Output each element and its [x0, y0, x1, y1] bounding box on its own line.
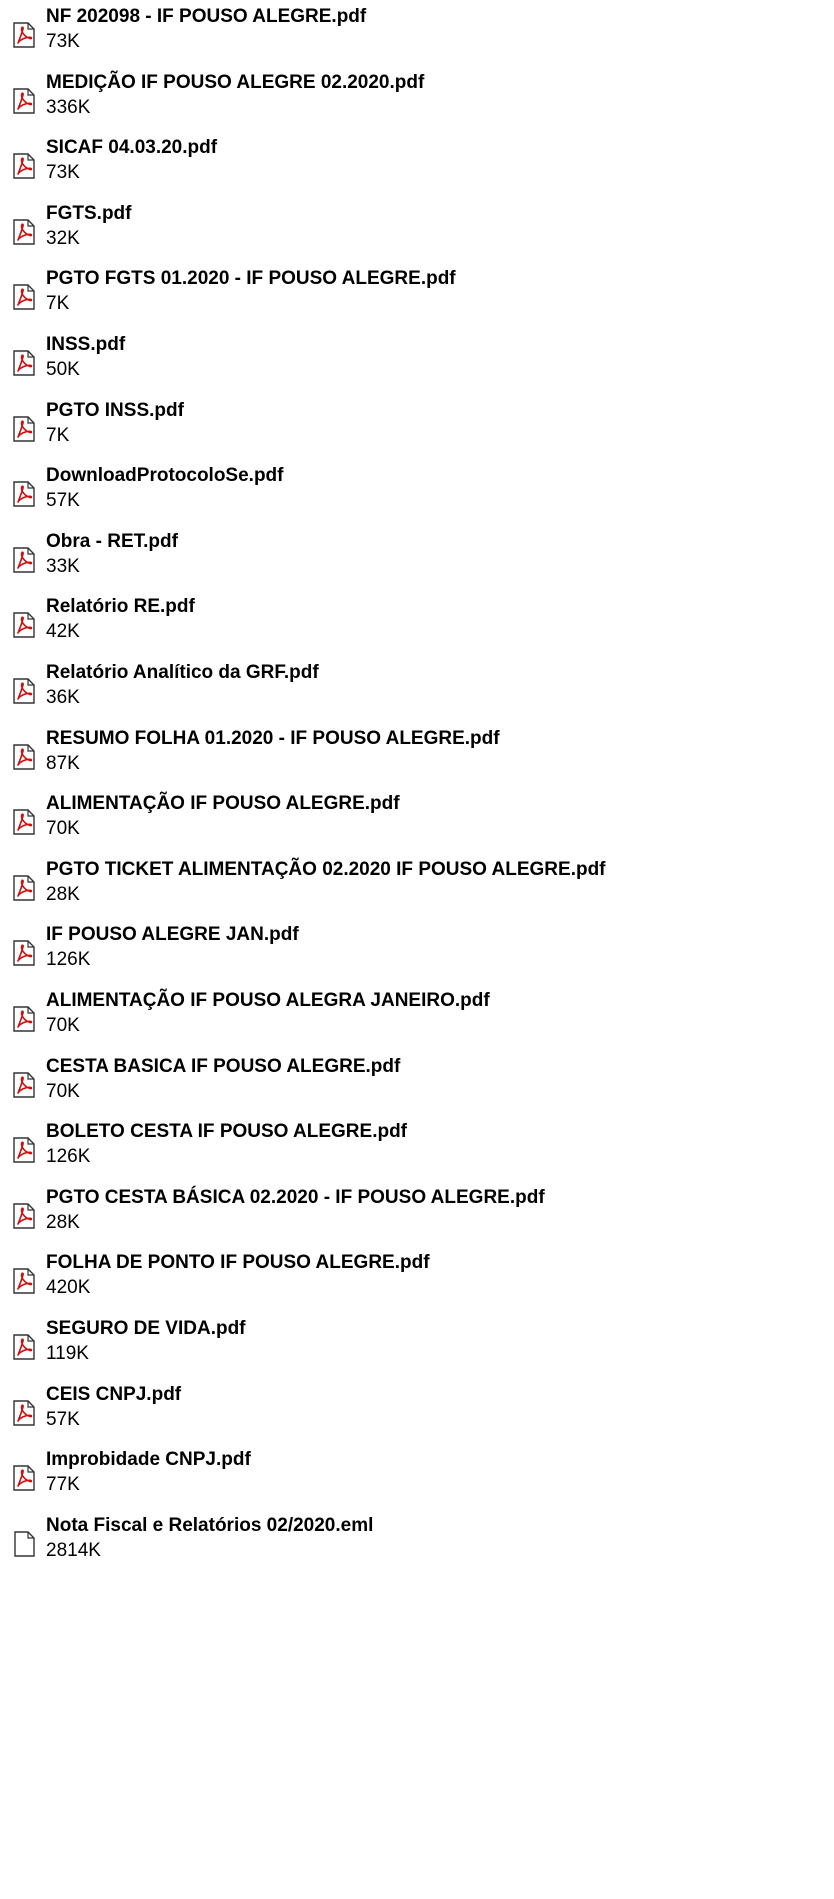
attachment-filename[interactable]: DownloadProtocoloSe.pdf	[46, 464, 284, 488]
attachment-filename[interactable]: PGTO INSS.pdf	[46, 399, 184, 423]
attachment-size: 119K	[46, 1343, 89, 1364]
attachment-size: 70K	[46, 818, 80, 839]
attachment-size: 87K	[46, 753, 80, 774]
pdf-icon[interactable]	[11, 546, 37, 574]
attachment-item[interactable]: SICAF 04.03.20.pdf 73K	[0, 133, 834, 195]
attachment-filename[interactable]: PGTO TICKET ALIMENTAÇÃO 02.2020 IF POUSO…	[46, 858, 606, 882]
pdf-icon[interactable]	[11, 415, 37, 443]
attachment-filename[interactable]: RESUMO FOLHA 01.2020 - IF POUSO ALEGRE.p…	[46, 727, 500, 751]
attachment-filename[interactable]: ALIMENTAÇÃO IF POUSO ALEGRA JANEIRO.pdf	[46, 989, 490, 1013]
attachment-size: 57K	[46, 1409, 80, 1430]
pdf-icon[interactable]	[11, 939, 37, 967]
attachment-size: 7K	[46, 425, 70, 446]
attachment-filename[interactable]: SEGURO DE VIDA.pdf	[46, 1317, 246, 1341]
attachment-item[interactable]: PGTO CESTA BÁSICA 02.2020 - IF POUSO ALE…	[0, 1183, 834, 1245]
attachment-filename[interactable]: BOLETO CESTA IF POUSO ALEGRE.pdf	[46, 1120, 407, 1144]
attachment-filename[interactable]: SICAF 04.03.20.pdf	[46, 136, 217, 160]
pdf-icon[interactable]	[11, 1267, 37, 1295]
attachment-filename[interactable]: CEIS CNPJ.pdf	[46, 1383, 181, 1407]
attachment-item[interactable]: PGTO TICKET ALIMENTAÇÃO 02.2020 IF POUSO…	[0, 855, 834, 917]
attachment-filename[interactable]: PGTO CESTA BÁSICA 02.2020 - IF POUSO ALE…	[46, 1186, 545, 1210]
attachment-filename[interactable]: PGTO FGTS 01.2020 - IF POUSO ALEGRE.pdf	[46, 267, 456, 291]
pdf-icon[interactable]	[11, 1136, 37, 1164]
attachment-item[interactable]: MEDIÇÃO IF POUSO ALEGRE 02.2020.pdf 336K	[0, 68, 834, 130]
attachment-item[interactable]: PGTO FGTS 01.2020 - IF POUSO ALEGRE.pdf 7…	[0, 264, 834, 326]
pdf-icon[interactable]	[11, 218, 37, 246]
attachment-filename[interactable]: Nota Fiscal e Relatórios 02/2020.eml	[46, 1514, 373, 1538]
attachment-size: 33K	[46, 556, 80, 577]
attachment-item[interactable]: Relatório Analítico da GRF.pdf 36K	[0, 658, 834, 720]
attachment-filename[interactable]: Obra - RET.pdf	[46, 530, 178, 554]
attachment-item[interactable]: DownloadProtocoloSe.pdf 57K	[0, 461, 834, 523]
pdf-icon[interactable]	[11, 743, 37, 771]
attachment-size: 2814K	[46, 1540, 101, 1561]
attachment-item[interactable]: BOLETO CESTA IF POUSO ALEGRE.pdf 126K	[0, 1117, 834, 1179]
attachment-size: 57K	[46, 490, 80, 511]
attachment-item[interactable]: ALIMENTAÇÃO IF POUSO ALEGRE.pdf 70K	[0, 789, 834, 851]
attachment-size: 42K	[46, 621, 80, 642]
attachment-item[interactable]: FGTS.pdf 32K	[0, 199, 834, 261]
pdf-icon[interactable]	[11, 349, 37, 377]
pdf-icon[interactable]	[11, 283, 37, 311]
attachment-item[interactable]: Relatório RE.pdf 42K	[0, 592, 834, 654]
attachment-size: 336K	[46, 97, 91, 118]
attachment-filename[interactable]: ALIMENTAÇÃO IF POUSO ALEGRE.pdf	[46, 792, 400, 816]
attachment-size: 126K	[46, 1146, 91, 1167]
attachment-item[interactable]: SEGURO DE VIDA.pdf 119K	[0, 1314, 834, 1376]
document-icon[interactable]	[11, 1530, 37, 1558]
pdf-icon[interactable]	[11, 808, 37, 836]
pdf-icon[interactable]	[11, 874, 37, 902]
attachment-item[interactable]: CEIS CNPJ.pdf 57K	[0, 1380, 834, 1442]
attachment-filename[interactable]: Relatório Analítico da GRF.pdf	[46, 661, 319, 685]
attachment-size: 73K	[46, 162, 80, 183]
attachment-filename[interactable]: MEDIÇÃO IF POUSO ALEGRE 02.2020.pdf	[46, 71, 424, 95]
attachment-filename[interactable]: CESTA BASICA IF POUSO ALEGRE.pdf	[46, 1055, 400, 1079]
attachment-size: 77K	[46, 1474, 80, 1495]
attachment-filename[interactable]: IF POUSO ALEGRE JAN.pdf	[46, 923, 299, 947]
attachment-item[interactable]: INSS.pdf 50K	[0, 330, 834, 392]
attachment-filename[interactable]: Improbidade CNPJ.pdf	[46, 1448, 251, 1472]
attachment-item[interactable]: NF 202098 - IF POUSO ALEGRE.pdf 73K	[0, 2, 834, 64]
attachment-item[interactable]: FOLHA DE PONTO IF POUSO ALEGRE.pdf 420K	[0, 1248, 834, 1310]
attachment-item[interactable]: PGTO INSS.pdf 7K	[0, 396, 834, 458]
pdf-icon[interactable]	[11, 152, 37, 180]
pdf-icon[interactable]	[11, 677, 37, 705]
attachment-size: 28K	[46, 884, 80, 905]
attachment-item[interactable]: RESUMO FOLHA 01.2020 - IF POUSO ALEGRE.p…	[0, 724, 834, 786]
pdf-icon[interactable]	[11, 87, 37, 115]
attachment-size: 420K	[46, 1277, 91, 1298]
attachment-size: 28K	[46, 1212, 80, 1233]
attachment-size: 73K	[46, 31, 80, 52]
attachment-size: 7K	[46, 293, 70, 314]
pdf-icon[interactable]	[11, 1005, 37, 1033]
attachment-size: 70K	[46, 1081, 80, 1102]
attachment-item[interactable]: Improbidade CNPJ.pdf 77K	[0, 1445, 834, 1507]
attachment-item[interactable]: ALIMENTAÇÃO IF POUSO ALEGRA JANEIRO.pdf 7…	[0, 986, 834, 1048]
attachment-filename[interactable]: Relatório RE.pdf	[46, 595, 195, 619]
attachment-size: 32K	[46, 228, 80, 249]
attachment-item[interactable]: CESTA BASICA IF POUSO ALEGRE.pdf 70K	[0, 1052, 834, 1114]
attachment-size: 126K	[46, 949, 91, 970]
pdf-icon[interactable]	[11, 1333, 37, 1361]
pdf-icon[interactable]	[11, 1399, 37, 1427]
attachment-item[interactable]: Nota Fiscal e Relatórios 02/2020.eml 2814…	[0, 1511, 834, 1573]
attachment-size: 50K	[46, 359, 80, 380]
attachment-item[interactable]: IF POUSO ALEGRE JAN.pdf 126K	[0, 920, 834, 982]
pdf-icon[interactable]	[11, 480, 37, 508]
pdf-icon[interactable]	[11, 21, 37, 49]
attachment-item[interactable]: Obra - RET.pdf 33K	[0, 527, 834, 589]
pdf-icon[interactable]	[11, 1202, 37, 1230]
attachment-size: 36K	[46, 687, 80, 708]
pdf-icon[interactable]	[11, 1464, 37, 1492]
pdf-icon[interactable]	[11, 611, 37, 639]
attachment-filename[interactable]: FGTS.pdf	[46, 202, 131, 226]
attachment-size: 70K	[46, 1015, 80, 1036]
attachment-filename[interactable]: FOLHA DE PONTO IF POUSO ALEGRE.pdf	[46, 1251, 430, 1275]
attachment-filename[interactable]: INSS.pdf	[46, 333, 125, 357]
pdf-icon[interactable]	[11, 1071, 37, 1099]
attachment-filename[interactable]: NF 202098 - IF POUSO ALEGRE.pdf	[46, 5, 366, 29]
